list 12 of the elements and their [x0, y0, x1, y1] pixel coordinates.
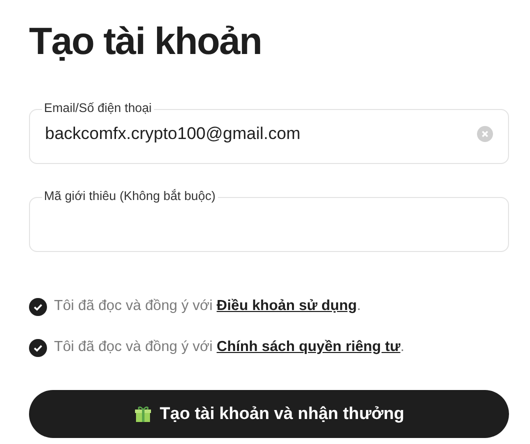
terms-link[interactable]: Chính sách quyền riêng tư: [216, 338, 400, 355]
checkbox[interactable]: [29, 298, 47, 316]
field-label: Mã giới thiêu (Không bắt buộc): [42, 189, 218, 204]
terms-link[interactable]: Điều khoản sử dụng: [216, 298, 357, 314]
gift-icon: [134, 404, 152, 422]
agreement-text: Tôi đã đọc và đồng ý với Điều khoản sử dụng.: [54, 297, 361, 316]
checkbox[interactable]: [29, 338, 47, 357]
field-value: backcomfx.crypto100@gmail.com: [45, 122, 300, 145]
agreement-text: Tôi đã đọc và đồng ý với Chính sách quyền riêng tư.: [54, 338, 404, 357]
create-account-button[interactable]: Tạo tài khoản và nhận thưởng: [29, 390, 509, 438]
page-title: Tạo tài khoản: [29, 20, 263, 65]
field-label: Email/Số điện thoại: [42, 101, 154, 116]
